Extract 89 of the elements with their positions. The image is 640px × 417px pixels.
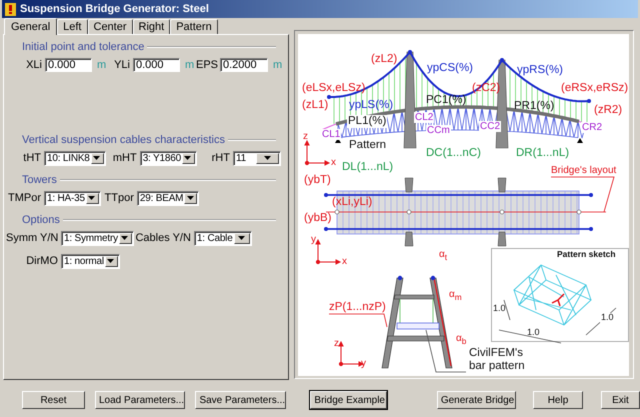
tab[interactable]: Pattern [170,19,218,34]
tab[interactable]: Center [88,19,133,34]
dialog-button[interactable]: Save Parameters... [195,391,286,409]
caret-icon [238,236,245,240]
diagram-label: z [334,338,339,348]
diagram-label: CivilFEM's bar pattern [469,347,526,372]
caret-icon [107,259,114,263]
group-heading: Initial point and tolerance [22,41,144,53]
diagram-label: DC(1...nC) [426,147,481,160]
dropdown[interactable]: 1: Symmetry [61,230,134,246]
caret-icon [88,196,96,200]
diagram-label: (ybT) [304,174,331,187]
dropdown[interactable]: 3: Y1860 [140,150,197,166]
field-label: DirMO [25,255,59,267]
dialog-button[interactable]: Help [532,391,583,409]
field-label: Symm Y/N [6,232,60,244]
diagram-label: 1.0 [600,313,615,324]
caret-icon [93,156,100,160]
field-label: YLi [113,59,131,71]
dialog-button[interactable]: Load Parameters... [95,391,186,409]
caret-icon [186,196,194,200]
tab[interactable]: Right [132,19,170,34]
unit-label: m [184,59,196,71]
diagram-label: (zR2) [594,104,622,117]
diagram-label: x [342,256,347,266]
leader-line [550,176,615,212]
diagram-label: CL1 [321,128,342,140]
diagram-label: DR(1...nL) [516,147,570,160]
window-title: Suspension Bridge Generator: Steel [20,3,209,15]
diagram-label: 1.0 [527,328,540,338]
diagram-label: (xLi,yLi) [332,196,372,209]
diagram-label: zP(1...nzP) [329,301,386,314]
diagram-label: DL(1...nL) [342,161,394,174]
tab[interactable]: General [4,18,58,35]
field-label: TTpor [104,192,135,204]
field-label: mHT [112,152,138,164]
group-heading: Options [22,214,60,226]
leader-line [328,314,388,328]
axis-drawing [315,238,342,265]
group-heading: Vertical suspension cables characteristics [22,134,225,146]
diagram-label: α$_{m}$ [449,288,462,302]
diagram-label: (zL2) [371,53,398,66]
dialog-button[interactable]: Exit [600,391,640,409]
caret-icon [184,156,192,160]
diagram-label: ypRS(%) [517,64,564,77]
caret-icon [264,156,271,160]
unit-label: m [272,59,284,71]
local-axes-icon [551,293,565,307]
diagram-label: (eLSx,eLSz) [302,82,366,95]
diagram-label: Pattern sketch [557,250,616,260]
leader-line [426,330,466,372]
diagram-label: α$_{b}$ [456,332,466,346]
field-label: TMPor [7,192,42,204]
input-field[interactable]: 0.000 [45,58,92,72]
diagram-label: x [331,156,336,168]
dialog-button[interactable]: Generate Bridge [436,391,516,409]
dialog-button[interactable]: Reset [22,391,85,409]
diagram-label: 1.0 [493,304,506,314]
diagram-label: Pattern [349,139,386,152]
axis-drawing [304,140,330,166]
group-heading: Towers [22,174,57,186]
dropdown[interactable]: 1: normal [61,254,120,268]
dropdown[interactable]: 1: Cable [194,230,252,246]
dropdown[interactable]: 1: HA-35 [44,190,101,206]
field-label: EPS [196,59,220,71]
dropdown[interactable]: 11 [232,150,281,166]
dialog-button[interactable]: Bridge Example [310,391,387,409]
caret-icon [121,236,128,240]
dropdown[interactable]: 29: BEAM [136,190,200,206]
field-label: XLi [25,59,43,71]
tab[interactable]: Left [57,19,88,34]
unit-label: m [96,59,108,71]
input-field[interactable]: 0.000 [133,58,180,72]
dropdown[interactable]: 10: LINK8 [44,150,106,166]
app-icon [5,2,16,16]
diagram-label: y [311,234,316,244]
diagram-label: PC1(%) [426,94,466,107]
axis-drawing [338,340,364,367]
diagram-label: α$_{t}$ [439,248,448,262]
diagram-label: (zL1) [302,99,328,112]
field-label: tHT [22,152,42,164]
field-label: rHT [210,152,231,164]
diagram-label: Bridge's layout [551,164,616,176]
diagram-label: ypCS(%) [427,62,474,75]
field-label: Cables Y/N [134,232,192,244]
diagram-label: (ybB) [304,212,332,225]
diagram-label: (eRSx,eRSz) [561,82,628,95]
input-field[interactable]: 0.2000 [220,58,268,72]
diagram-label: z [303,130,308,142]
